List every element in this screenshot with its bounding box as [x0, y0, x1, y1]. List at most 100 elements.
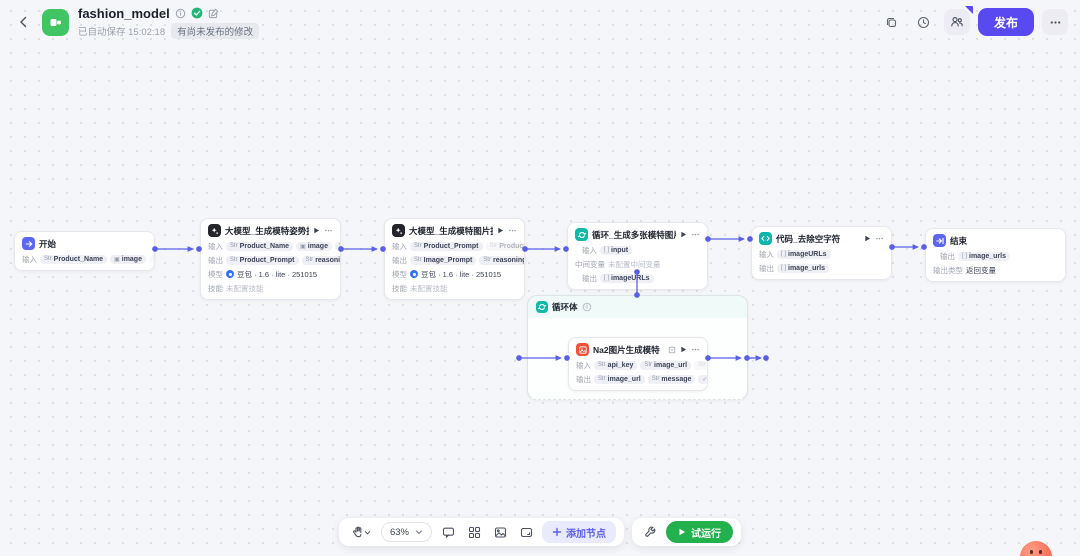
play-icon[interactable] — [313, 227, 320, 234]
node-more-icon[interactable] — [691, 345, 700, 354]
add-node-button[interactable]: 添加节点 — [542, 521, 617, 543]
var-chip: api_key — [148, 254, 154, 264]
na2-plugin-icon — [576, 343, 589, 356]
history-button[interactable] — [912, 10, 936, 34]
autosave-status: 已自动保存 15:02:18 — [78, 26, 166, 38]
node-title: 循环_生成多张模特图片 — [592, 229, 676, 240]
var-chip: imageURLs — [600, 273, 654, 283]
row-label-output: 输出 — [392, 255, 407, 265]
row-label-skill: 技能 — [392, 283, 407, 293]
node-title: 大模型_生成模特图片提示词 — [409, 225, 493, 236]
test-run-label: 试运行 — [691, 528, 722, 540]
more-button[interactable] — [1042, 9, 1068, 35]
topbar-actions: 发布 — [880, 6, 1068, 36]
bottom-toolbar: 63% 添加节点 试运行 — [338, 518, 742, 546]
row-label-output: 输出 — [940, 251, 955, 261]
node-more-icon[interactable] — [875, 234, 884, 243]
node-llm-image-prompt[interactable]: 大模型_生成模特图片提示词 输入 Product_Prompt Product_… — [384, 218, 525, 300]
image-icon — [494, 526, 506, 538]
row-label-input: 输入 — [208, 241, 223, 251]
snapshot-button[interactable] — [490, 522, 510, 542]
image-gen-icon — [578, 345, 587, 354]
node-more-icon[interactable] — [508, 226, 517, 235]
canvas[interactable] — [0, 0, 1080, 556]
pointer-mode-button[interactable] — [347, 522, 375, 542]
node-end[interactable]: 结束 输出 image_urls 输出类型 返回变量 — [925, 228, 1066, 282]
skill-value: 未配置技能 — [410, 283, 448, 293]
play-icon[interactable] — [680, 231, 687, 238]
model-name: 豆包 · 1.6 · lite · 251015 — [237, 269, 318, 279]
debug-tools-button[interactable] — [640, 522, 660, 542]
row-label-output: 输出 — [759, 263, 774, 273]
row-label-input: 输入 — [392, 241, 407, 251]
var-chip: image — [296, 241, 332, 251]
node-title: 代码_去除空字符 — [776, 233, 841, 244]
sparkle-icon — [395, 227, 402, 234]
node-title: Na2图片生成模特 — [593, 344, 660, 355]
model-logo-icon — [226, 270, 234, 278]
row-label-input: 输入 — [759, 249, 774, 259]
var-chip: image_urls — [777, 263, 829, 273]
auto-layout-button[interactable] — [464, 522, 484, 542]
node-title: 结束 — [950, 235, 968, 246]
comment-button[interactable] — [438, 522, 458, 542]
var-chip: image_url — [594, 374, 645, 384]
play-icon[interactable] — [864, 235, 871, 242]
edit-icon[interactable] — [208, 8, 219, 19]
play-icon[interactable] — [497, 227, 504, 234]
mid-vars-value: 未配置中间变量 — [608, 259, 661, 269]
row-label-output: 输出 — [582, 273, 597, 283]
node-start[interactable]: 开始 输入 Product_Name image api_key ⋯ — [14, 231, 155, 271]
collaboration-button[interactable] — [943, 6, 973, 35]
node-title: 大模型_生成模特姿势提示词 — [225, 225, 309, 236]
skill-value: 未配置技能 — [226, 283, 264, 293]
row-label-output-type: 输出类型 — [933, 265, 963, 275]
people-icon — [951, 17, 963, 27]
node-llm-pose-prompt[interactable]: 大模型_生成模特姿势提示词 输入 Product_Name image imag… — [200, 218, 341, 300]
clock-icon — [918, 16, 930, 28]
row-label-skill: 技能 — [208, 283, 223, 293]
add-node-label: 添加节点 — [566, 528, 607, 540]
minimap-button[interactable] — [516, 522, 536, 542]
top-bar: fashion_model 已自动保存 15:02:18 有尚未发布的修改 发布 — [0, 0, 1080, 44]
play-icon[interactable] — [680, 346, 687, 353]
var-chip: reasoning_content — [479, 255, 524, 265]
node-more-icon[interactable] — [324, 226, 333, 235]
var-chip: Image_Prompt — [410, 255, 477, 265]
var-chip: reasoning_content — [301, 255, 340, 265]
info-icon[interactable] — [175, 8, 186, 19]
var-chip: input — [600, 245, 633, 255]
run-tools-pill: 试运行 — [632, 518, 742, 546]
publish-button[interactable]: 发布 — [977, 8, 1034, 36]
start-icon — [22, 237, 35, 250]
var-chip: image — [110, 254, 146, 264]
row-label-output: 输出 — [208, 255, 223, 265]
var-chip: image_url — [640, 360, 692, 370]
collaboration-badge — [964, 6, 973, 14]
comment-icon — [442, 527, 454, 538]
model-name: 豆包 · 1.6 · lite · 251015 — [421, 269, 502, 279]
row-label-mid-vars: 中间变量 — [575, 259, 605, 269]
var-chip: success — [698, 374, 707, 384]
var-chip: api_key — [594, 360, 638, 370]
node-code[interactable]: 代码_去除空字符 输入 imageURLs 输出 image_urls — [751, 226, 892, 280]
copy-icon — [887, 17, 897, 27]
node-na2-image-gen[interactable]: Na2图片生成模特 输入 api_key image_url prompt ⋯ … — [568, 337, 708, 391]
node-loop[interactable]: 循环_生成多张模特图片 输入 input 中间变量 未配置中间变量 输出 ima… — [567, 222, 708, 290]
zoom-level-select[interactable]: 63% — [380, 522, 433, 542]
var-chip: Product_Prompt — [226, 255, 299, 265]
workflow-glyph-icon — [50, 18, 61, 26]
plugin-badge-icon — [668, 346, 676, 353]
var-chip: image_urls — [958, 251, 1010, 261]
node-more-icon[interactable] — [691, 230, 700, 239]
canvas-tools-pill: 63% 添加节点 — [338, 518, 625, 546]
duplicate-button[interactable] — [880, 10, 904, 34]
unpublished-changes-badge: 有尚未发布的修改 — [171, 22, 260, 39]
info-icon — [582, 302, 591, 312]
back-button[interactable] — [12, 10, 36, 34]
var-chip: Product_Name — [485, 241, 524, 251]
ellipsis-icon — [1050, 20, 1060, 24]
var-chip: message — [647, 374, 696, 384]
loop-icon — [575, 228, 588, 241]
test-run-button[interactable]: 试运行 — [666, 521, 734, 543]
